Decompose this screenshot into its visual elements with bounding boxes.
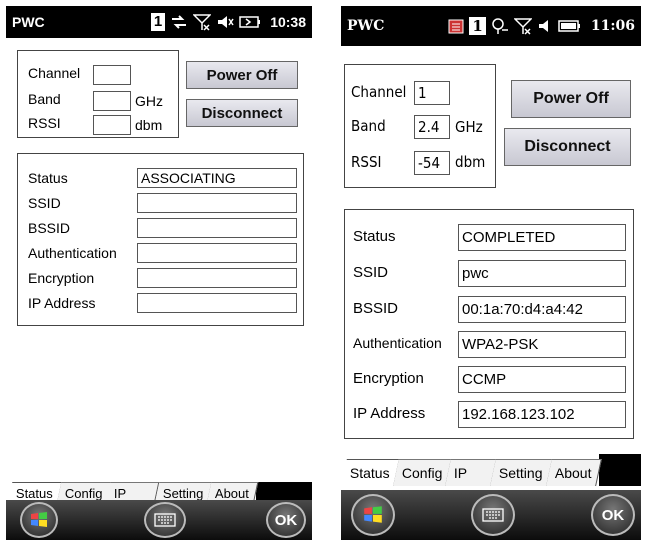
status-field[interactable]: ASSOCIATING <box>137 168 297 188</box>
windows-start-icon[interactable] <box>20 502 58 538</box>
channel-field[interactable]: 1 <box>414 81 450 105</box>
signal-strength-icon[interactable] <box>513 17 532 35</box>
authentication-field[interactable] <box>137 243 297 263</box>
windows-start-icon[interactable] <box>351 494 395 536</box>
ok-button[interactable]: OK <box>266 502 306 538</box>
tab-config-label: Config <box>401 465 443 481</box>
clock[interactable]: 11:06 <box>591 18 635 34</box>
keyboard-icon[interactable] <box>471 494 515 536</box>
app-title: PWC <box>347 18 385 34</box>
tab-bar: Status Config IP Setting About <box>341 454 641 486</box>
calendar-icon[interactable] <box>448 18 464 34</box>
authentication-field[interactable]: WPA2-PSK <box>458 331 626 358</box>
ssid-field[interactable]: pwc <box>458 260 626 287</box>
encryption-field[interactable]: CCMP <box>458 366 626 393</box>
radio-info-group: Channel 1 Band 2.4 GHz RSSI -54 dbm <box>344 64 496 188</box>
tab-ip[interactable]: IP <box>445 459 498 486</box>
left-screen: PWC 1 10:38 Channel Band GHz RSSI dbm Po… <box>6 6 312 540</box>
right-screen: PWC 1 11:06 Channel 1 Band 2.4 GHz RSSI … <box>341 6 641 540</box>
network-activity-icon[interactable] <box>170 14 188 30</box>
notification-badge[interactable]: 1 <box>150 13 166 31</box>
rssi-unit: dbm <box>455 153 486 171</box>
power-off-button[interactable]: Power Off <box>186 61 298 89</box>
title-bar: PWC 1 11:06 <box>341 6 641 46</box>
tab-config[interactable]: Config <box>392 459 453 486</box>
signal-strength-icon[interactable] <box>193 13 212 31</box>
rssi-label: RSSI <box>351 153 382 171</box>
tab-setting-label: Setting <box>162 486 204 501</box>
rssi-field[interactable]: -54 <box>414 151 450 175</box>
ip-address-field[interactable] <box>137 293 297 313</box>
keyboard-icon[interactable] <box>144 502 186 538</box>
rssi-label: RSSI <box>28 115 61 131</box>
tab-status-label: Status <box>349 465 390 481</box>
notification-badge[interactable]: 1 <box>469 17 486 35</box>
power-off-button[interactable]: Power Off <box>511 80 631 118</box>
bssid-label: BSSID <box>353 300 399 317</box>
tab-status-label: Status <box>15 486 53 501</box>
soft-key-bar: OK <box>341 490 641 540</box>
authentication-label: Authentication <box>28 245 117 261</box>
title-bar: PWC 1 10:38 <box>6 6 312 38</box>
ip-address-label: IP Address <box>353 405 426 422</box>
status-label: Status <box>353 228 396 245</box>
speaker-icon[interactable] <box>537 18 553 34</box>
battery-icon[interactable] <box>239 15 261 29</box>
disconnect-button[interactable]: Disconnect <box>504 128 631 166</box>
bssid-field[interactable] <box>137 218 297 238</box>
encryption-label: Encryption <box>353 370 424 387</box>
bssid-label: BSSID <box>28 220 71 236</box>
connection-status-group: Status COMPLETED SSID pwc BSSID 00:1a:70… <box>344 209 634 439</box>
disconnect-button[interactable]: Disconnect <box>186 99 298 127</box>
channel-label: Channel <box>351 83 407 101</box>
soft-key-bar: OK <box>6 500 312 540</box>
status-icons: 1 10:38 <box>150 13 306 31</box>
band-field[interactable]: 2.4 <box>414 115 450 139</box>
tab-status[interactable]: Status <box>341 459 400 486</box>
tab-ip-label: IP <box>114 486 127 501</box>
radio-info-group: Channel Band GHz RSSI dbm <box>17 50 179 138</box>
tab-setting-label: Setting <box>499 465 543 481</box>
band-unit: GHz <box>455 118 483 136</box>
encryption-field[interactable] <box>137 268 297 288</box>
band-unit: GHz <box>135 93 163 109</box>
tab-ip-label: IP <box>454 465 468 481</box>
rssi-field[interactable] <box>93 115 131 135</box>
encryption-label: Encryption <box>28 270 95 286</box>
channel-label: Channel <box>28 65 81 81</box>
channel-field[interactable] <box>93 65 131 85</box>
rssi-unit: dbm <box>135 117 163 133</box>
status-label: Status <box>28 170 68 186</box>
ip-address-field[interactable]: 192.168.123.102 <box>458 401 626 428</box>
band-label: Band <box>28 91 61 107</box>
tab-about[interactable]: About <box>546 459 602 486</box>
ssid-label: SSID <box>353 264 389 281</box>
ip-address-label: IP Address <box>28 295 96 311</box>
tab-config-label: Config <box>64 486 103 501</box>
connection-status-group: Status ASSOCIATING SSID BSSID Authentica… <box>17 153 304 326</box>
clock[interactable]: 10:38 <box>270 14 306 30</box>
tab-about-label: About <box>554 465 592 481</box>
tab-bar-fill <box>598 454 641 486</box>
battery-icon[interactable] <box>558 19 582 33</box>
ssid-field[interactable] <box>137 193 297 213</box>
status-icons: 1 11:06 <box>448 17 635 35</box>
ok-button[interactable]: OK <box>591 494 635 536</box>
tab-about-label: About <box>215 486 250 501</box>
bssid-field[interactable]: 00:1a:70:d4:a4:42 <box>458 296 626 323</box>
tab-setting[interactable]: Setting <box>490 459 553 486</box>
authentication-label: Authentication <box>353 335 442 351</box>
speaker-mute-icon[interactable] <box>216 14 234 30</box>
band-field[interactable] <box>93 91 131 111</box>
band-label: Band <box>351 117 386 135</box>
network-activity-icon[interactable] <box>491 17 509 35</box>
ssid-label: SSID <box>28 195 61 211</box>
status-field[interactable]: COMPLETED <box>458 224 626 251</box>
app-title: PWC <box>12 14 45 30</box>
